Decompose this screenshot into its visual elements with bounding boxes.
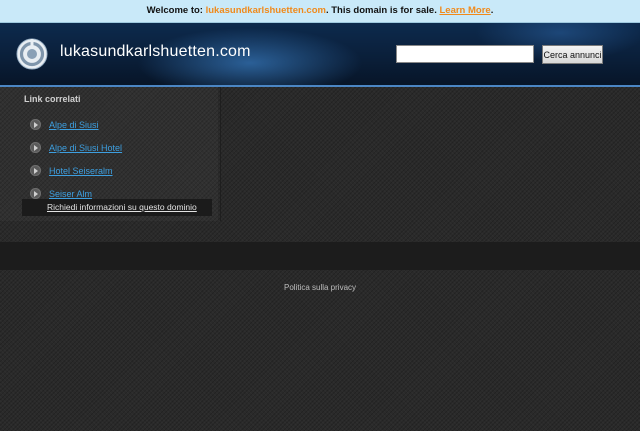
privacy-policy-link[interactable]: Politica sulla privacy bbox=[0, 283, 640, 292]
arrow-right-icon[interactable] bbox=[30, 119, 41, 130]
banner-trailing-period: . bbox=[490, 5, 494, 16]
related-link-hotel-seiseralm[interactable]: Hotel Seiseralm bbox=[49, 166, 113, 176]
related-links-list: Alpe di Siusi Alpe di Siusi Hotel Hotel … bbox=[30, 113, 122, 205]
banner-domain-link[interactable]: lukasundkarlshuetten.com bbox=[206, 5, 326, 16]
circular-logo-icon bbox=[16, 38, 48, 70]
sidebar-heading: Link correlati bbox=[24, 94, 81, 104]
sale-text: . This domain is for sale. bbox=[325, 5, 437, 16]
domain-sale-banner: Welcome to: lukasundkarlshuetten.com. Th… bbox=[0, 0, 640, 23]
list-item: Hotel Seiseralm bbox=[30, 159, 122, 182]
domain-info-link[interactable]: Richiedi informazioni su questo dominio bbox=[47, 202, 197, 212]
footer-band bbox=[0, 242, 640, 270]
site-header: lukasundkarlshuetten.com Cerca annunci bbox=[0, 23, 640, 87]
list-item: Alpe di Siusi Hotel bbox=[30, 136, 122, 159]
arrow-right-icon[interactable] bbox=[30, 188, 41, 199]
search-input[interactable] bbox=[396, 45, 534, 63]
arrow-right-icon[interactable] bbox=[30, 142, 41, 153]
learn-more-link[interactable]: Learn More bbox=[439, 5, 490, 16]
main-content-area bbox=[220, 87, 640, 221]
search-button[interactable]: Cerca annunci bbox=[542, 45, 603, 64]
domain-info-box: Richiedi informazioni su questo dominio bbox=[22, 199, 212, 216]
list-item: Alpe di Siusi bbox=[30, 113, 122, 136]
related-link-alpe-di-siusi-hotel[interactable]: Alpe di Siusi Hotel bbox=[49, 143, 122, 153]
related-link-seiser-alm[interactable]: Seiser Alm bbox=[49, 189, 92, 199]
welcome-label: Welcome to: bbox=[146, 5, 203, 16]
related-link-alpe-di-siusi[interactable]: Alpe di Siusi bbox=[49, 120, 99, 130]
site-title: lukasundkarlshuetten.com bbox=[60, 43, 251, 60]
arrow-right-icon[interactable] bbox=[30, 165, 41, 176]
